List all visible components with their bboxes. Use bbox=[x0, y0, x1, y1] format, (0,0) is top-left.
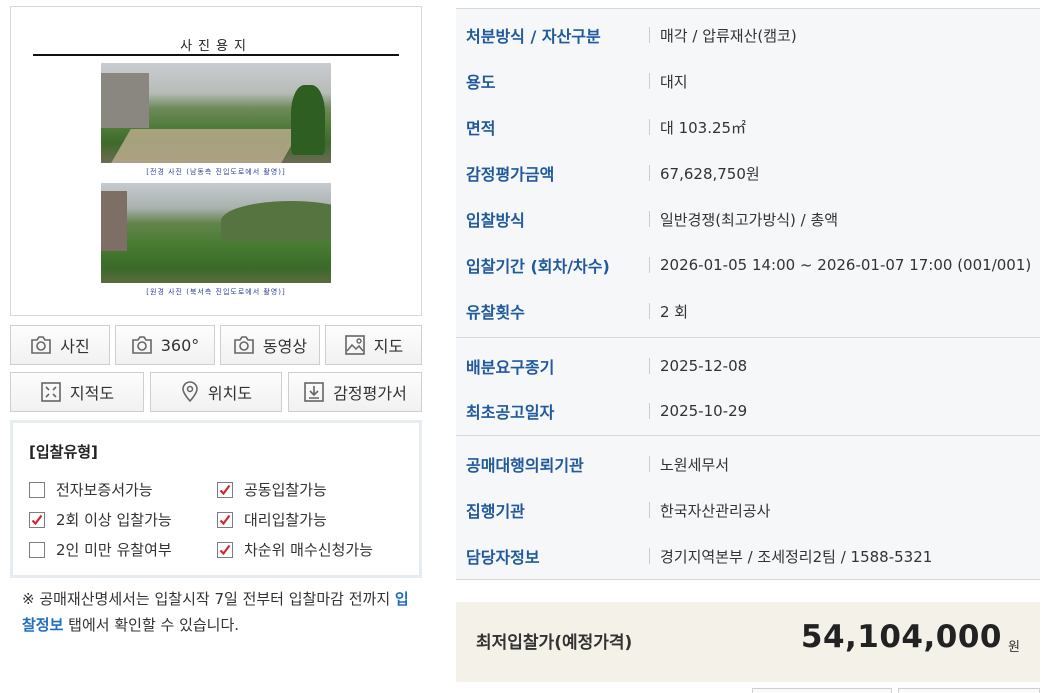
photo-distant-view bbox=[101, 183, 331, 283]
info-value: 일반경쟁(최고가방식) / 총액 bbox=[660, 210, 839, 229]
minimum-bid-price-value: 54,104,000 bbox=[800, 619, 1002, 655]
info-value: 대지 bbox=[660, 72, 688, 91]
info-row-disposal-type: 처분방식 / 자산구분 매각 / 압류재산(캠코) bbox=[456, 18, 1040, 52]
video-button-label: 동영상 bbox=[262, 337, 308, 356]
info-row-distribution-deadline: 배분요구종기 2025-12-08 bbox=[456, 349, 1040, 383]
info-value: 2 회 bbox=[660, 302, 689, 321]
info-value: 2025-12-08 bbox=[660, 357, 748, 375]
option-under-two-failed: 2인 미만 유찰여부 bbox=[29, 539, 172, 560]
info-label: 처분방식 / 자산구분 bbox=[466, 27, 601, 46]
option-label: 대리입찰가능 bbox=[244, 511, 327, 529]
info-value: 2026-01-05 14:00 ~ 2026-01-07 17:00 (001… bbox=[660, 256, 1032, 274]
photo-front-view bbox=[101, 63, 331, 163]
location-map-button[interactable]: 위치도 bbox=[150, 372, 282, 412]
bid-type-title: [입찰유형] bbox=[29, 443, 98, 461]
option-electronic-guarantee: 전자보증서가능 bbox=[29, 479, 153, 500]
info-value: 매각 / 압류재산(캠코) bbox=[660, 26, 797, 45]
info-label: 면적 bbox=[466, 119, 496, 138]
option-label: 차순위 매수신청가능 bbox=[244, 541, 373, 559]
info-value: 67,628,750원 bbox=[660, 164, 760, 183]
info-row-requesting-agency: 공매대행의뢰기관 노원세무서 bbox=[456, 447, 1040, 481]
photo-doc-title: 사진용지 bbox=[180, 39, 252, 54]
checkbox-unchecked bbox=[29, 481, 45, 498]
map-button[interactable]: 지도 bbox=[325, 325, 422, 365]
info-label: 공매대행의뢰기관 bbox=[466, 456, 584, 475]
camera-icon bbox=[30, 335, 52, 355]
info-label: 집행기관 bbox=[466, 502, 525, 521]
option-multiple-bids: 2회 이상 입찰가능 bbox=[29, 509, 172, 530]
appraisal-report-button[interactable]: 감정평가서 bbox=[288, 372, 422, 412]
view-360-button-label: 360° bbox=[160, 335, 200, 355]
info-value: 한국자산관리공사 bbox=[660, 501, 771, 520]
property-info-panel: 처분방식 / 자산구분 매각 / 압류재산(캠코) 용도 대지 면적 대 103… bbox=[456, 8, 1040, 580]
cadastral-map-button[interactable]: 지적도 bbox=[10, 372, 144, 412]
video-button[interactable]: 동영상 bbox=[220, 325, 320, 365]
divider bbox=[456, 435, 1040, 436]
option-label: 전자보증서가능 bbox=[56, 481, 153, 499]
cadastral-map-button-label: 지적도 bbox=[69, 384, 115, 403]
info-row-area: 면적 대 103.25㎡ bbox=[456, 110, 1040, 144]
partial-button[interactable] bbox=[752, 688, 892, 693]
map-button-label: 지도 bbox=[373, 337, 404, 356]
info-value: 경기지역본부 / 조세정리2팀 / 1588-5321 bbox=[660, 547, 933, 566]
info-row-usage: 용도 대지 bbox=[456, 64, 1040, 98]
divider bbox=[456, 337, 1040, 338]
option-label: 2회 이상 입찰가능 bbox=[56, 511, 172, 529]
minimum-bid-price-unit: 원 bbox=[1008, 640, 1020, 655]
info-row-contact: 담당자정보 경기지역본부 / 조세정리2팀 / 1588-5321 bbox=[456, 539, 1040, 573]
partial-button[interactable] bbox=[898, 688, 1040, 693]
option-joint-bid: 공동입찰가능 bbox=[217, 479, 327, 500]
option-label: 공동입찰가능 bbox=[244, 481, 327, 499]
info-row-executing-agency: 집행기관 한국자산관리공사 bbox=[456, 493, 1040, 527]
checkbox-unchecked bbox=[29, 541, 45, 558]
photo-caption-2: [원경 사진 (북서측 진입도로에서 촬영)] bbox=[146, 288, 286, 296]
minimum-bid-price-label: 최저입찰가(예정가격) bbox=[476, 633, 633, 653]
photo-button[interactable]: 사진 bbox=[10, 325, 110, 365]
divider bbox=[456, 8, 1040, 9]
photo-doc-divider bbox=[33, 54, 399, 56]
appraisal-report-button-label: 감정평가서 bbox=[333, 384, 407, 403]
info-row-first-notice: 최초공고일자 2025-10-29 bbox=[456, 394, 1040, 428]
info-label: 입찰기간 (회차/차수) bbox=[466, 257, 610, 276]
camera-icon bbox=[131, 335, 153, 355]
notice-suffix: 탭에서 확인할 수 있습니다. bbox=[63, 616, 240, 634]
info-value: 2025-10-29 bbox=[660, 402, 748, 420]
option-proxy-bid: 대리입찰가능 bbox=[217, 509, 327, 530]
cadastral-map-icon bbox=[40, 381, 62, 403]
divider bbox=[456, 579, 1040, 580]
info-label: 배분요구종기 bbox=[466, 358, 555, 377]
option-second-bidder: 차순위 매수신청가능 bbox=[217, 539, 373, 560]
notice-prefix: ※ 공매재산명세서는 입찰시작 7일 전부터 입찰마감 전까지 bbox=[22, 590, 395, 608]
photo-caption-1: [전경 사진 (남동측 진입도로에서 촬영)] bbox=[146, 168, 286, 176]
info-label: 유찰횟수 bbox=[466, 303, 525, 322]
checkbox-checked bbox=[217, 541, 233, 558]
image-icon bbox=[344, 334, 366, 356]
info-value: 노원세무서 bbox=[660, 455, 730, 474]
info-label: 담당자정보 bbox=[466, 548, 540, 567]
info-row-bid-period: 입찰기간 (회차/차수) 2026-01-05 14:00 ~ 2026-01-… bbox=[456, 248, 1040, 282]
minimum-bid-price-panel: 최저입찰가(예정가격) 54,104,000 원 bbox=[456, 602, 1040, 682]
info-label: 감정평가금액 bbox=[466, 165, 555, 184]
view-360-button[interactable]: 360° bbox=[115, 325, 215, 365]
property-photo[interactable]: 사진용지 [전경 사진 (남동측 진입도로에서 촬영)] [원경 사진 (북서측… bbox=[10, 6, 422, 316]
info-label: 용도 bbox=[466, 73, 496, 92]
option-label: 2인 미만 유찰여부 bbox=[56, 541, 172, 559]
info-row-failed-count: 유찰횟수 2 회 bbox=[456, 294, 1040, 328]
info-row-bid-method: 입찰방식 일반경쟁(최고가방식) / 총액 bbox=[456, 202, 1040, 236]
location-pin-icon bbox=[180, 381, 200, 403]
info-label: 최초공고일자 bbox=[466, 403, 555, 422]
info-value: 대 103.25㎡ bbox=[660, 118, 747, 137]
checkbox-checked bbox=[217, 511, 233, 528]
checkbox-checked bbox=[217, 481, 233, 498]
notice-text: ※ 공매재산명세서는 입찰시작 7일 전부터 입찰마감 전까지 입찰정보 탭에서… bbox=[22, 586, 422, 638]
bid-type-panel: [입찰유형] 전자보증서가능 공동입찰가능 2회 이상 입찰가능 대리입찰가능 … bbox=[10, 420, 422, 578]
download-icon bbox=[303, 381, 325, 403]
camera-icon bbox=[233, 335, 255, 355]
checkbox-checked bbox=[29, 511, 45, 528]
info-label: 입찰방식 bbox=[466, 211, 525, 230]
info-row-appraisal: 감정평가금액 67,628,750원 bbox=[456, 156, 1040, 190]
location-map-button-label: 위치도 bbox=[207, 384, 253, 403]
photo-button-label: 사진 bbox=[60, 337, 90, 356]
